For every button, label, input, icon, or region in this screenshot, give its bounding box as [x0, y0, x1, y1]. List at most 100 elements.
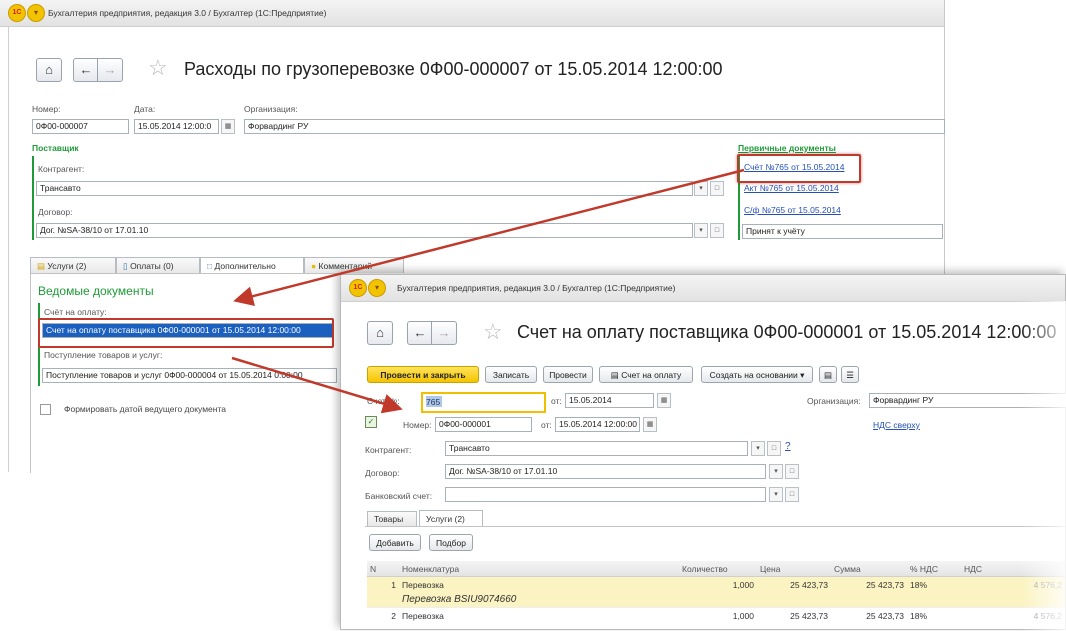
- post-and-close-button[interactable]: Провести и закрыть: [367, 366, 479, 383]
- col-header-sum[interactable]: Сумма: [831, 561, 907, 577]
- invoice-link-highlight: [737, 154, 861, 183]
- contract-dropdown-icon[interactable]: ▾: [694, 223, 708, 238]
- supplier-group-border: [32, 156, 34, 240]
- counterparty-field[interactable]: Трансавто: [36, 181, 693, 196]
- row-quantity[interactable]: 1,000: [679, 608, 757, 624]
- fg-forward-button[interactable]: →: [431, 321, 457, 345]
- tab-additional[interactable]: □ Дополнительно: [200, 257, 304, 273]
- save-button[interactable]: Записать: [485, 366, 537, 383]
- title-bar: 1C ▾ Бухгалтерия предприятия, редакция 3…: [0, 0, 944, 27]
- right-fade: [1021, 301, 1066, 631]
- bank-account-open-icon[interactable]: □: [785, 487, 799, 502]
- bank-account-field[interactable]: [445, 487, 766, 502]
- invoice-field-highlight: [38, 318, 334, 348]
- table-row[interactable]: 1 Перевозка 1,000 25 423,73 25 423,73 18…: [367, 576, 1065, 593]
- fg-number-date-field[interactable]: 15.05.2014 12:00:00: [555, 417, 640, 432]
- col-header-price[interactable]: Цена: [757, 561, 831, 577]
- invoice-label: Счёт на оплату:: [44, 307, 107, 317]
- supplier-header: Поставщик: [32, 143, 79, 153]
- organization-field[interactable]: Форвардинг РУ: [244, 119, 945, 134]
- row-number: 1: [391, 579, 396, 590]
- tab-services[interactable]: ▤ Услуги (2): [30, 257, 116, 273]
- row-content-description[interactable]: Перевозка BSIU9074660: [399, 592, 679, 608]
- fg-counterparty-field[interactable]: Трансавто: [445, 441, 748, 456]
- main-menu-icon[interactable]: ▾: [27, 4, 45, 22]
- tab-payments[interactable]: ▯ Оплаты (0): [116, 257, 200, 273]
- fg-number-field[interactable]: 0Ф00-000001: [435, 417, 532, 432]
- row-vat-rate[interactable]: 18%: [907, 577, 961, 593]
- help-icon[interactable]: ?: [785, 441, 791, 452]
- col-header-quantity[interactable]: Количество: [679, 561, 757, 577]
- status-field[interactable]: Принят к учёту: [742, 224, 943, 239]
- row-sum[interactable]: 25 423,73: [831, 608, 907, 624]
- contract-open-icon[interactable]: □: [710, 223, 724, 238]
- fg-favorite-star-icon[interactable]: ☆: [483, 321, 503, 343]
- fg-counterparty-dropdown-icon[interactable]: ▾: [751, 441, 765, 456]
- contract-label: Договор:: [38, 207, 73, 217]
- back-button[interactable]: ←: [73, 58, 99, 82]
- tab-comment-label: Комментарий: [318, 261, 373, 271]
- home-button[interactable]: ⌂: [36, 58, 62, 82]
- list-icon-button[interactable]: ☰: [841, 366, 859, 383]
- fg-page-title: Счет на оплату поставщика 0Ф00-000001 от…: [517, 322, 1057, 342]
- fg-contract-field[interactable]: Дог. №SA-38/10 от 17.01.10: [445, 464, 766, 479]
- row-quantity[interactable]: 1,000: [679, 577, 757, 593]
- number-label: Номер:: [32, 104, 61, 114]
- counterparty-dropdown-icon[interactable]: ▾: [694, 181, 708, 196]
- from-label: от:: [551, 396, 562, 406]
- bank-account-dropdown-icon[interactable]: ▾: [769, 487, 783, 502]
- pick-button[interactable]: Подбор: [429, 534, 473, 551]
- row-sum[interactable]: 25 423,73: [831, 577, 907, 593]
- services-table: N Номенклатура Количество Цена Сумма % Н…: [367, 561, 1065, 623]
- calendar-icon[interactable]: ▦: [221, 119, 235, 134]
- table-header-row: N Номенклатура Количество Цена Сумма % Н…: [367, 561, 1065, 577]
- number-field[interactable]: 0Ф00-000007: [32, 119, 129, 134]
- contract-field[interactable]: Дог. №SA-38/10 от 17.01.10: [36, 223, 693, 238]
- create-based-on-button[interactable]: Создать на основании ▾: [701, 366, 813, 383]
- tab-goods[interactable]: Товары: [367, 511, 417, 526]
- print-invoice-button[interactable]: ▤ Счет на оплату: [599, 366, 693, 383]
- services-tab-icon: ▤: [37, 261, 46, 271]
- row-price[interactable]: 25 423,73: [757, 577, 831, 593]
- fg-contract-dropdown-icon[interactable]: ▾: [769, 464, 783, 479]
- table-row-sub[interactable]: Перевозка BSIU9074660: [367, 592, 1065, 608]
- primary-doc-act-link[interactable]: Акт №765 от 15.05.2014: [744, 183, 839, 193]
- fg-number-label: Номер:: [403, 420, 432, 430]
- printer-icon: ▤: [610, 370, 619, 380]
- chevron-down-icon: ▾: [800, 370, 805, 380]
- forward-button[interactable]: →: [97, 58, 123, 82]
- fg-back-button[interactable]: ←: [407, 321, 433, 345]
- add-row-button[interactable]: Добавить: [369, 534, 421, 551]
- fg-counterparty-open-icon[interactable]: □: [767, 441, 781, 456]
- counterparty-open-icon[interactable]: □: [710, 181, 724, 196]
- date-checkbox[interactable]: [40, 404, 51, 415]
- col-header-n[interactable]: N: [367, 561, 399, 577]
- tab-services-label: Услуги (2): [47, 261, 87, 271]
- row-vat-rate[interactable]: 18%: [907, 608, 961, 624]
- post-button[interactable]: Провести: [543, 366, 593, 383]
- table-row[interactable]: 2 Перевозка 1,000 25 423,73 25 423,73 18…: [367, 607, 1065, 624]
- row-price[interactable]: 25 423,73: [757, 608, 831, 624]
- from-date-field[interactable]: 15.05.2014: [565, 393, 654, 408]
- fg-main-menu-icon[interactable]: ▾: [368, 279, 386, 297]
- date-field[interactable]: 15.05.2014 12:00:0: [134, 119, 219, 134]
- fg-1c-logo-icon: 1C: [349, 279, 367, 297]
- row-nomenclature[interactable]: Перевозка: [399, 577, 679, 593]
- tab-comment[interactable]: ● Комментарий: [304, 257, 404, 273]
- primary-doc-vat-invoice-link[interactable]: С/ф №765 от 15.05.2014: [744, 205, 841, 215]
- fg-home-button[interactable]: ⌂: [367, 321, 393, 345]
- row-nomenclature[interactable]: Перевозка: [399, 608, 679, 624]
- fg-contract-label: Договор:: [365, 468, 400, 478]
- fg-number-date-label: от:: [541, 420, 552, 430]
- receipt-field[interactable]: Поступление товаров и услуг 0Ф00-000004 …: [42, 368, 337, 383]
- report-icon-button[interactable]: ▤: [819, 366, 837, 383]
- favorite-star-icon[interactable]: ☆: [148, 57, 168, 79]
- fg-contract-open-icon[interactable]: □: [785, 464, 799, 479]
- tab-fg-services[interactable]: Услуги (2): [419, 510, 483, 526]
- fg-number-calendar-icon[interactable]: ▦: [643, 417, 657, 432]
- col-header-nomenclature[interactable]: Номенклатура: [399, 561, 679, 577]
- col-header-vat-rate[interactable]: % НДС: [907, 561, 961, 577]
- fg-calendar-icon[interactable]: ▦: [657, 393, 671, 408]
- receipt-label: Поступление товаров и услуг:: [44, 350, 163, 360]
- vat-on-top-link[interactable]: НДС сверху: [873, 420, 920, 430]
